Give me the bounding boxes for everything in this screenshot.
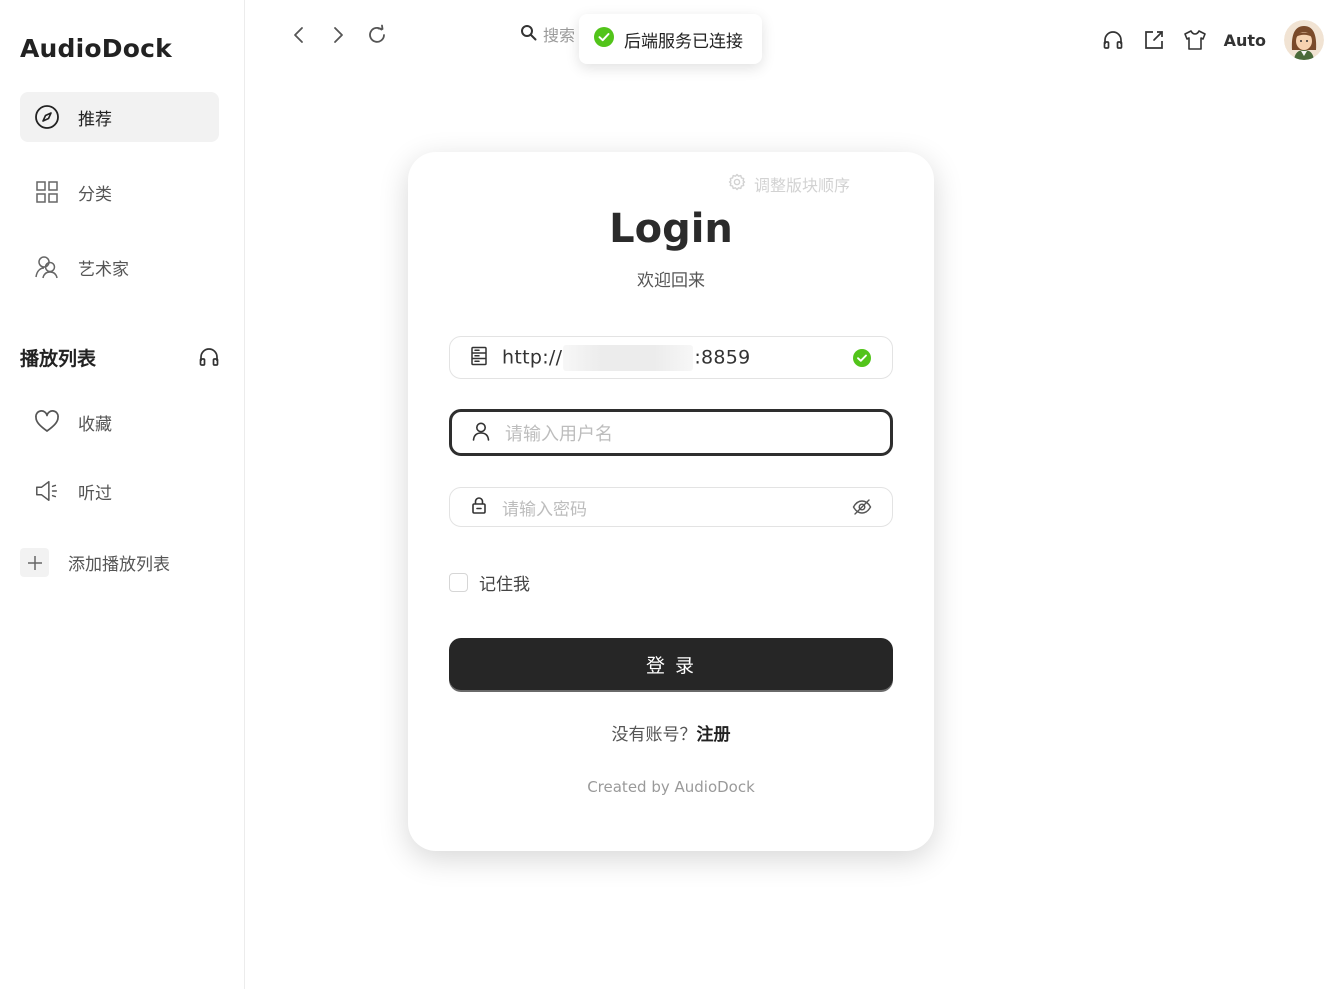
reorder-label: 调整版块顺序 [754, 176, 851, 195]
register-prompt: 没有账号？注册 [408, 720, 934, 745]
reorder-sections-button[interactable]: 调整版块顺序 [728, 172, 850, 196]
server-url-value: http://:8859 [502, 344, 751, 371]
app-brand: AudioDock [20, 34, 172, 63]
search-box[interactable]: 搜索 [520, 22, 575, 46]
toast-message: 后端服务已连接 [624, 31, 743, 52]
sidebar-item-recommend[interactable]: 推荐 [20, 92, 219, 142]
speaker-icon [34, 478, 60, 504]
sidebar-item-label: 艺术家 [78, 259, 129, 280]
sidebar-item-artist[interactable]: 艺术家 [20, 242, 219, 292]
register-link[interactable]: 注册 [697, 725, 731, 745]
server-url-field[interactable]: http://:8859 [449, 336, 893, 379]
connection-toast: 后端服务已连接 [579, 14, 762, 64]
check-circle-icon [852, 348, 872, 368]
sidebar-item-label: 听过 [78, 483, 112, 504]
server-icon [470, 346, 488, 370]
add-playlist-label: 添加播放列表 [68, 555, 170, 575]
headphones-icon[interactable] [198, 346, 220, 368]
checkbox-box[interactable] [449, 573, 468, 592]
sidebar-item-category[interactable]: 分类 [20, 167, 219, 217]
playlist-section-title: 播放列表 [20, 348, 97, 370]
artist-icon [34, 254, 60, 280]
sidebar: AudioDock 推荐 分类 艺术家 播放列表 收藏 听过 添加播放列表 [0, 0, 245, 989]
add-playlist-button[interactable]: 添加播放列表 [20, 548, 170, 577]
back-button[interactable] [284, 20, 314, 50]
theme-auto-toggle[interactable]: Auto [1224, 31, 1266, 50]
lock-icon [470, 496, 488, 518]
login-card: 调整版块顺序 Login 欢迎回来 http://:8859 请输入用户名 请输… [408, 152, 934, 851]
sidebar-item-favorites[interactable]: 收藏 [20, 397, 219, 447]
sidebar-item-label: 收藏 [78, 414, 112, 435]
footer-credit: Created by AudioDock [587, 778, 755, 796]
compass-icon [34, 104, 60, 130]
edit-square-button[interactable] [1139, 25, 1169, 55]
refresh-button[interactable] [362, 20, 392, 50]
forward-button[interactable] [323, 20, 353, 50]
gear-icon [728, 173, 746, 195]
redacted-host [563, 344, 694, 371]
register-prompt-text: 没有账号？ [611, 725, 697, 745]
search-icon [520, 24, 537, 45]
remember-me-checkbox[interactable]: 记住我 [449, 570, 530, 595]
username-field[interactable]: 请输入用户名 [449, 409, 893, 456]
grid-icon [34, 179, 60, 205]
password-placeholder: 请输入密码 [502, 499, 587, 520]
history-nav [284, 20, 392, 50]
heart-icon [34, 409, 60, 435]
password-field[interactable]: 请输入密码 [449, 487, 893, 527]
user-icon [471, 421, 491, 445]
header-tools: Auto [1087, 20, 1324, 60]
remember-me-label: 记住我 [479, 575, 530, 595]
tshirt-button[interactable] [1180, 25, 1210, 55]
headphones-button[interactable] [1098, 25, 1128, 55]
login-button[interactable]: 登 录 [449, 638, 893, 690]
username-placeholder: 请输入用户名 [505, 423, 613, 445]
login-title: Login [609, 206, 733, 252]
eye-off-icon[interactable] [852, 497, 872, 517]
check-circle-icon [594, 27, 614, 51]
sidebar-item-history[interactable]: 听过 [20, 466, 219, 516]
plus-icon [20, 548, 49, 577]
user-avatar[interactable] [1284, 20, 1324, 60]
sidebar-item-label: 分类 [78, 184, 112, 205]
search-placeholder: 搜索 [543, 26, 576, 45]
login-subtitle: 欢迎回来 [637, 271, 705, 291]
sidebar-item-label: 推荐 [78, 109, 112, 130]
